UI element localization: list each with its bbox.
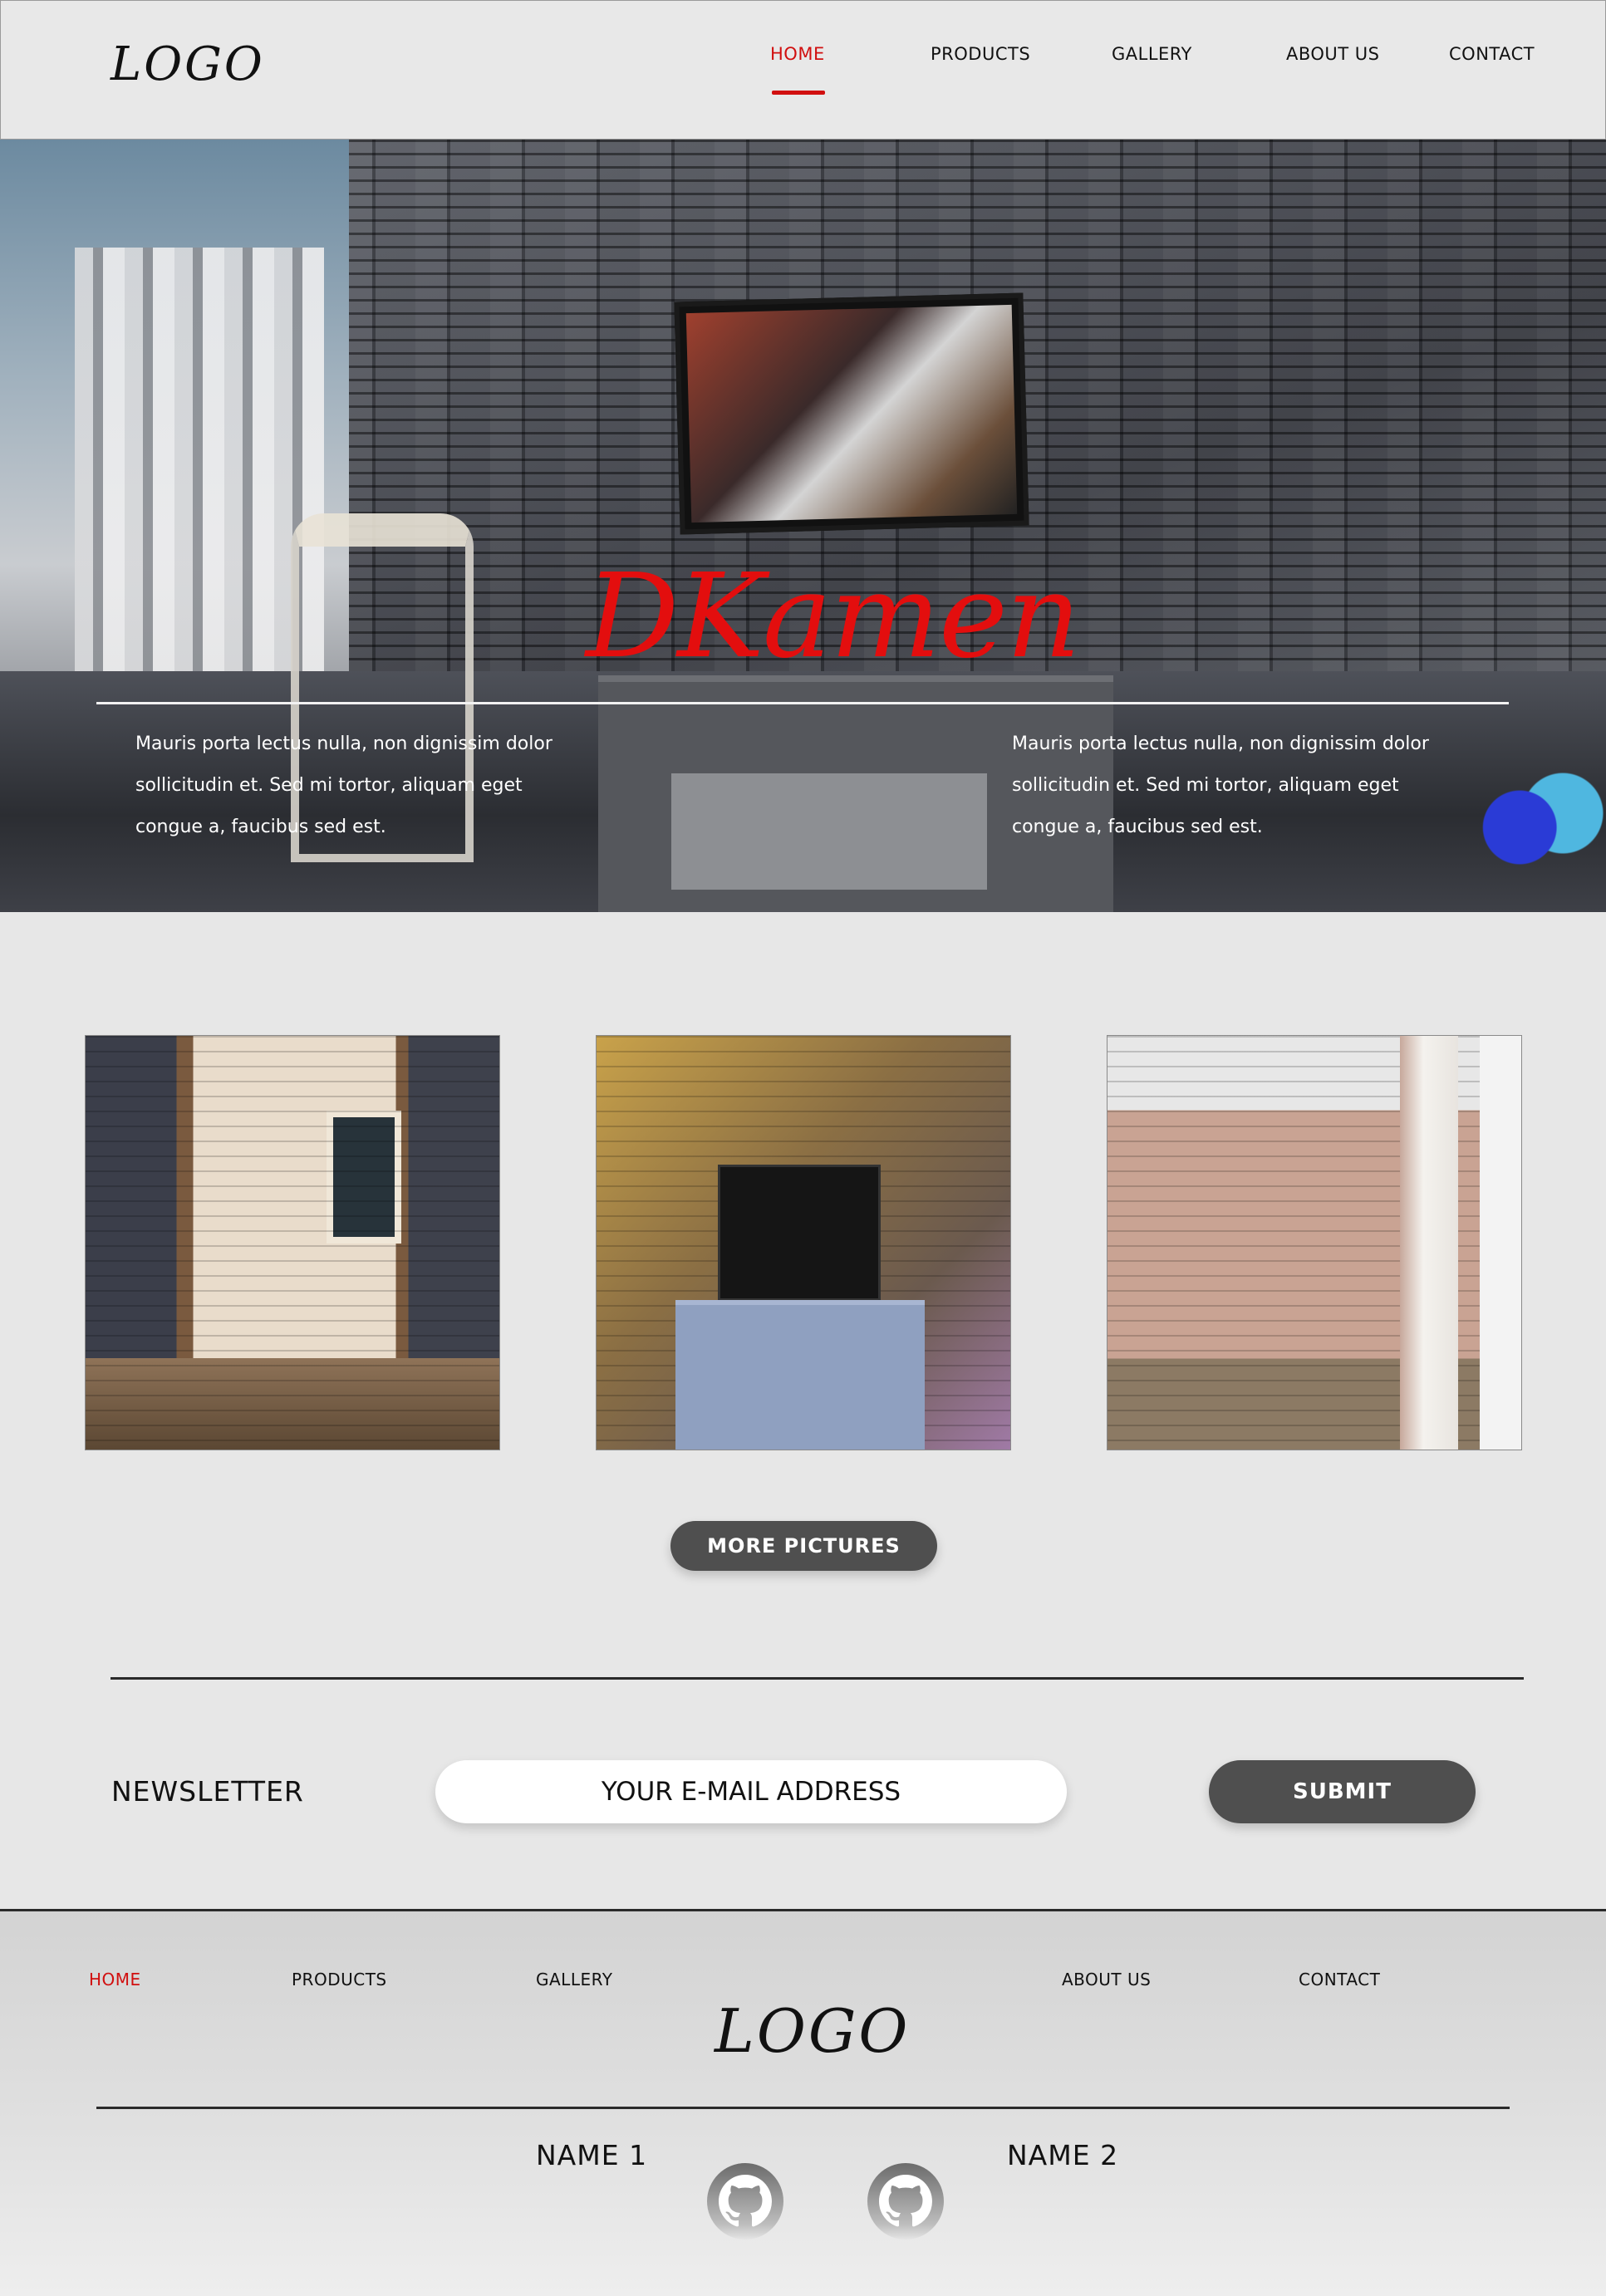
hero-title: DKamen [586,549,1081,684]
newsletter-label: NEWSLETTER [111,1775,304,1808]
photo-door-window [327,1111,401,1244]
github-icon-glyph [879,2175,932,2227]
photo-stone-texture [1108,1036,1521,1450]
gallery-photo-tv-wall[interactable] [596,1035,1011,1450]
hero-curtain-image [75,248,324,679]
nav-active-indicator [772,91,825,95]
footer-nav-gallery[interactable]: GALLERY [536,1970,612,1989]
hero-tv-image [674,292,1029,535]
site-footer: HOME PRODUCTS GALLERY ABOUT US CONTACT L… [0,1909,1606,2296]
nav-gallery[interactable]: GALLERY [1112,44,1192,64]
nav-contact[interactable]: CONTACT [1449,44,1535,64]
photo-cabinet [675,1300,925,1450]
hero-text-left: Mauris porta lectus nulla, non dignissim… [135,733,553,837]
github-icon[interactable] [867,2163,944,2240]
section-divider [111,1677,1524,1680]
email-input[interactable] [435,1760,1067,1823]
submit-button[interactable]: SUBMIT [1209,1760,1476,1823]
footer-logo[interactable]: LOGO [715,1996,910,2066]
footer-nav-about-us[interactable]: ABOUT US [1062,1970,1151,1989]
hero-toys-image [1462,771,1606,912]
photo-floor [86,1358,499,1450]
footer-nav-home[interactable]: HOME [89,1970,141,1989]
more-pictures-button[interactable]: MORE PICTURES [670,1521,937,1571]
site-header: LOGO HOME PRODUCTS GALLERY ABOUT US CONT… [0,0,1606,140]
nav-products[interactable]: PRODUCTS [931,44,1030,64]
header-logo[interactable]: LOGO [111,37,265,91]
hero-cabinet-drawer [671,773,987,890]
author-name-2: NAME 2 [1007,2139,1119,2171]
footer-nav-contact[interactable]: CONTACT [1299,1970,1380,1989]
gallery-photo-brick-wall[interactable] [1107,1035,1522,1450]
github-icon[interactable] [707,2163,783,2240]
footer-nav-products[interactable]: PRODUCTS [292,1970,387,1989]
author-name-1: NAME 1 [536,2139,648,2171]
hero-tv-screen [685,304,1018,523]
github-icon-glyph [719,2175,772,2227]
photo-tv [718,1165,881,1301]
hero-banner: DKamen Mauris porta lectus nulla, non di… [0,140,1606,912]
footer-divider [96,2107,1510,2109]
photo-column-2 [1480,1036,1521,1450]
hero-divider [96,702,1509,704]
gallery-photo-door[interactable] [85,1035,500,1450]
nav-about-us[interactable]: ABOUT US [1286,44,1380,64]
hero-text-right: Mauris porta lectus nulla, non dignissim… [1012,733,1429,837]
nav-home[interactable]: HOME [770,44,825,64]
photo-column [1400,1036,1458,1450]
